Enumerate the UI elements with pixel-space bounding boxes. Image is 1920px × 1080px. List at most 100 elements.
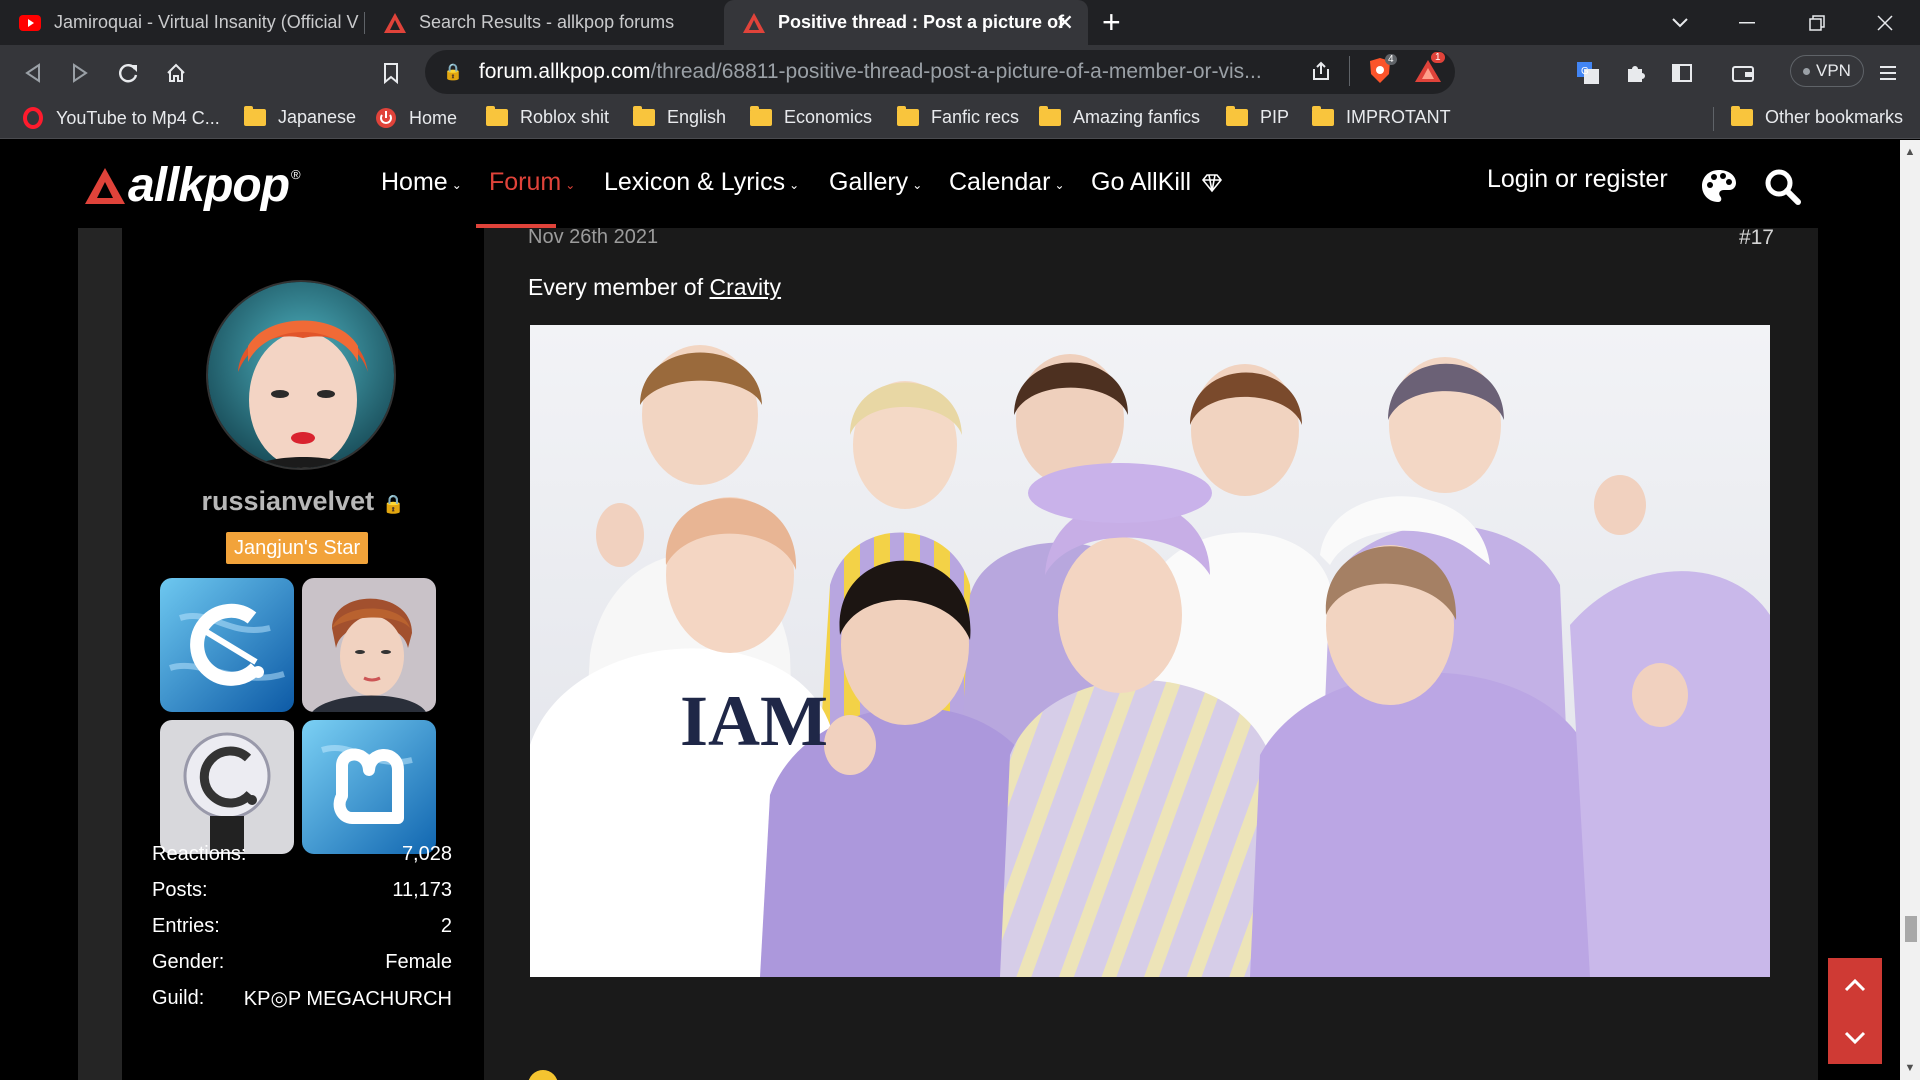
translate-icon[interactable]: G: [1570, 55, 1606, 91]
forward-icon[interactable]: [62, 55, 98, 91]
folder-icon: [244, 106, 266, 126]
member-photo-tile[interactable]: [302, 578, 436, 712]
scroll-down-arrow-icon[interactable]: ▼: [1900, 1058, 1920, 1078]
bookmark-youtube-mp4[interactable]: YouTube to Mp4 C...: [22, 107, 220, 129]
nav-home[interactable]: Home ⌄: [381, 168, 462, 197]
new-tab-button[interactable]: +: [1102, 4, 1121, 40]
wallet-icon[interactable]: [1725, 55, 1761, 91]
bookmark-label: YouTube to Mp4 C...: [56, 107, 220, 128]
nav-calendar[interactable]: Calendar ⌄: [949, 168, 1065, 197]
close-icon[interactable]: ✕: [1056, 10, 1074, 36]
reload-icon[interactable]: [110, 55, 146, 91]
heart-logo-tile[interactable]: [302, 720, 436, 854]
folder-icon: [1731, 106, 1753, 126]
left-edge-panel: [78, 228, 122, 1080]
username[interactable]: russianvelvet 🔒: [122, 486, 484, 517]
stat-value: 11,173: [392, 878, 452, 901]
bookmark-folder-japanese[interactable]: Japanese: [244, 106, 356, 128]
post-number[interactable]: #17: [1739, 226, 1774, 250]
avatar[interactable]: [206, 280, 396, 470]
search-icon[interactable]: [1764, 168, 1802, 211]
bookmark-label: Home: [409, 107, 458, 128]
shield-count-badge: 4: [1385, 54, 1397, 65]
tab-search-results[interactable]: Search Results - allkpop forums: [365, 0, 723, 45]
nav-lexicon-lyrics[interactable]: Lexicon & Lyrics ⌄: [604, 168, 799, 197]
tab-search-chevron-icon[interactable]: [1645, 0, 1715, 45]
page-scrollbar[interactable]: ▲ ▼: [1900, 140, 1920, 1080]
opera-icon: [23, 107, 43, 129]
bookmark-folder-economics[interactable]: Economics: [750, 106, 873, 128]
lock-icon: 🔒: [382, 494, 405, 514]
folder-icon: [1226, 106, 1248, 126]
menu-icon[interactable]: [1870, 55, 1906, 91]
browser-toolbar: 🔒 forum.allkpop.com/thread/68811-positiv…: [0, 45, 1920, 99]
user-stats: Reactions: 7,028 Posts: 11,173 Entries: 2 G…: [152, 836, 452, 1016]
bookmark-folder-roblox[interactable]: Roblox shit: [486, 106, 609, 128]
bookmark-folder-english[interactable]: English: [633, 106, 726, 128]
chevron-down-icon: ⌄: [1054, 177, 1065, 192]
allkpop-logo[interactable]: allkpop ®: [84, 158, 301, 213]
bookmark-folder-fanfic-recs[interactable]: Fanfic recs: [897, 106, 1019, 128]
post-date[interactable]: Nov 26th 2021: [528, 226, 658, 249]
stat-value[interactable]: KP◎P MEGACHURCH: [244, 986, 452, 1011]
scrollbar-thumb[interactable]: [1905, 916, 1917, 942]
allkpop-logo-icon: [85, 167, 125, 204]
nav-label: Go AllKill: [1091, 168, 1192, 196]
window-close-icon[interactable]: [1850, 0, 1920, 45]
bookmarks-bar: YouTube to Mp4 C... Japanese Home Roblox…: [0, 99, 1920, 139]
nav-label: Lexicon & Lyrics: [604, 168, 786, 196]
bookmark-other[interactable]: Other bookmarks: [1731, 106, 1904, 128]
minimize-icon[interactable]: [1712, 0, 1782, 45]
login-register-link[interactable]: Login or register: [1487, 165, 1668, 194]
address-bar[interactable]: 🔒 forum.allkpop.com/thread/68811-positiv…: [425, 50, 1455, 94]
folder-icon: [633, 106, 655, 126]
url-path: /thread/68811-positive-thread-post-a-pic…: [650, 60, 1262, 83]
extensions-icon[interactable]: [1617, 55, 1653, 91]
stat-entries: Entries: 2: [152, 908, 452, 944]
palette-icon[interactable]: [1700, 168, 1738, 209]
cravity-group-photo[interactable]: IAM: [530, 325, 1770, 977]
brave-shield-icon[interactable]: 4: [1365, 54, 1397, 91]
tab-bar: Jamiroquai - Virtual Insanity (Official …: [0, 0, 1920, 45]
cravity-logo-tile[interactable]: [160, 578, 294, 712]
logo-registered: ®: [291, 167, 301, 182]
bookmark-home[interactable]: Home: [375, 107, 457, 129]
chevron-down-icon: ⌄: [912, 177, 923, 192]
bookmark-folder-amazing-fanfics[interactable]: Amazing fanfics: [1039, 106, 1200, 128]
scroll-up-button[interactable]: [1828, 958, 1882, 1011]
stat-value: 7,028: [401, 842, 452, 865]
vpn-button[interactable]: VPN: [1790, 55, 1864, 87]
scroll-up-arrow-icon[interactable]: ▲: [1900, 142, 1920, 162]
bookmark-label: Economics: [784, 107, 873, 127]
scroll-down-button[interactable]: [1828, 1011, 1882, 1064]
brave-rewards-icon[interactable]: 1: [1413, 52, 1445, 91]
share-icon[interactable]: [1310, 60, 1332, 87]
cravity-link[interactable]: Cravity: [710, 274, 782, 300]
stat-value: 2: [440, 914, 452, 937]
back-icon[interactable]: [15, 55, 51, 91]
post-text-prefix: Every member of: [528, 274, 710, 300]
tab-positive-thread[interactable]: Positive thread : Post a picture of ✕: [724, 0, 1088, 45]
nav-go-allkill[interactable]: Go AllKill: [1091, 168, 1223, 197]
reaction-emoji-icon[interactable]: [528, 1070, 558, 1080]
home-icon[interactable]: [158, 55, 194, 91]
bookmarks-divider: [1713, 107, 1714, 131]
restore-icon[interactable]: [1782, 0, 1852, 45]
folder-icon: [750, 106, 772, 126]
sidebar-icon[interactable]: [1664, 55, 1700, 91]
lightstick-tile[interactable]: [160, 720, 294, 854]
bookmark-icon[interactable]: [373, 55, 409, 91]
youtube-icon: [19, 14, 41, 31]
nav-label: Forum: [489, 168, 562, 196]
user-rank-badge: Jangjun's Star: [226, 532, 369, 564]
scroll-buttons: [1828, 958, 1882, 1064]
nav-forum[interactable]: Forum ⌄: [489, 168, 575, 197]
bookmark-label: Other bookmarks: [1765, 107, 1904, 127]
folder-icon: [1312, 106, 1334, 126]
nav-gallery[interactable]: Gallery ⌄: [829, 168, 922, 197]
tab-youtube[interactable]: Jamiroquai - Virtual Insanity (Official …: [0, 0, 362, 45]
alert-count-badge: 1: [1431, 52, 1445, 63]
tab-title: Jamiroquai - Virtual Insanity (Official …: [54, 12, 359, 32]
bookmark-folder-pip[interactable]: PIP: [1226, 106, 1289, 128]
bookmark-folder-improtant[interactable]: IMPROTANT: [1312, 106, 1451, 128]
